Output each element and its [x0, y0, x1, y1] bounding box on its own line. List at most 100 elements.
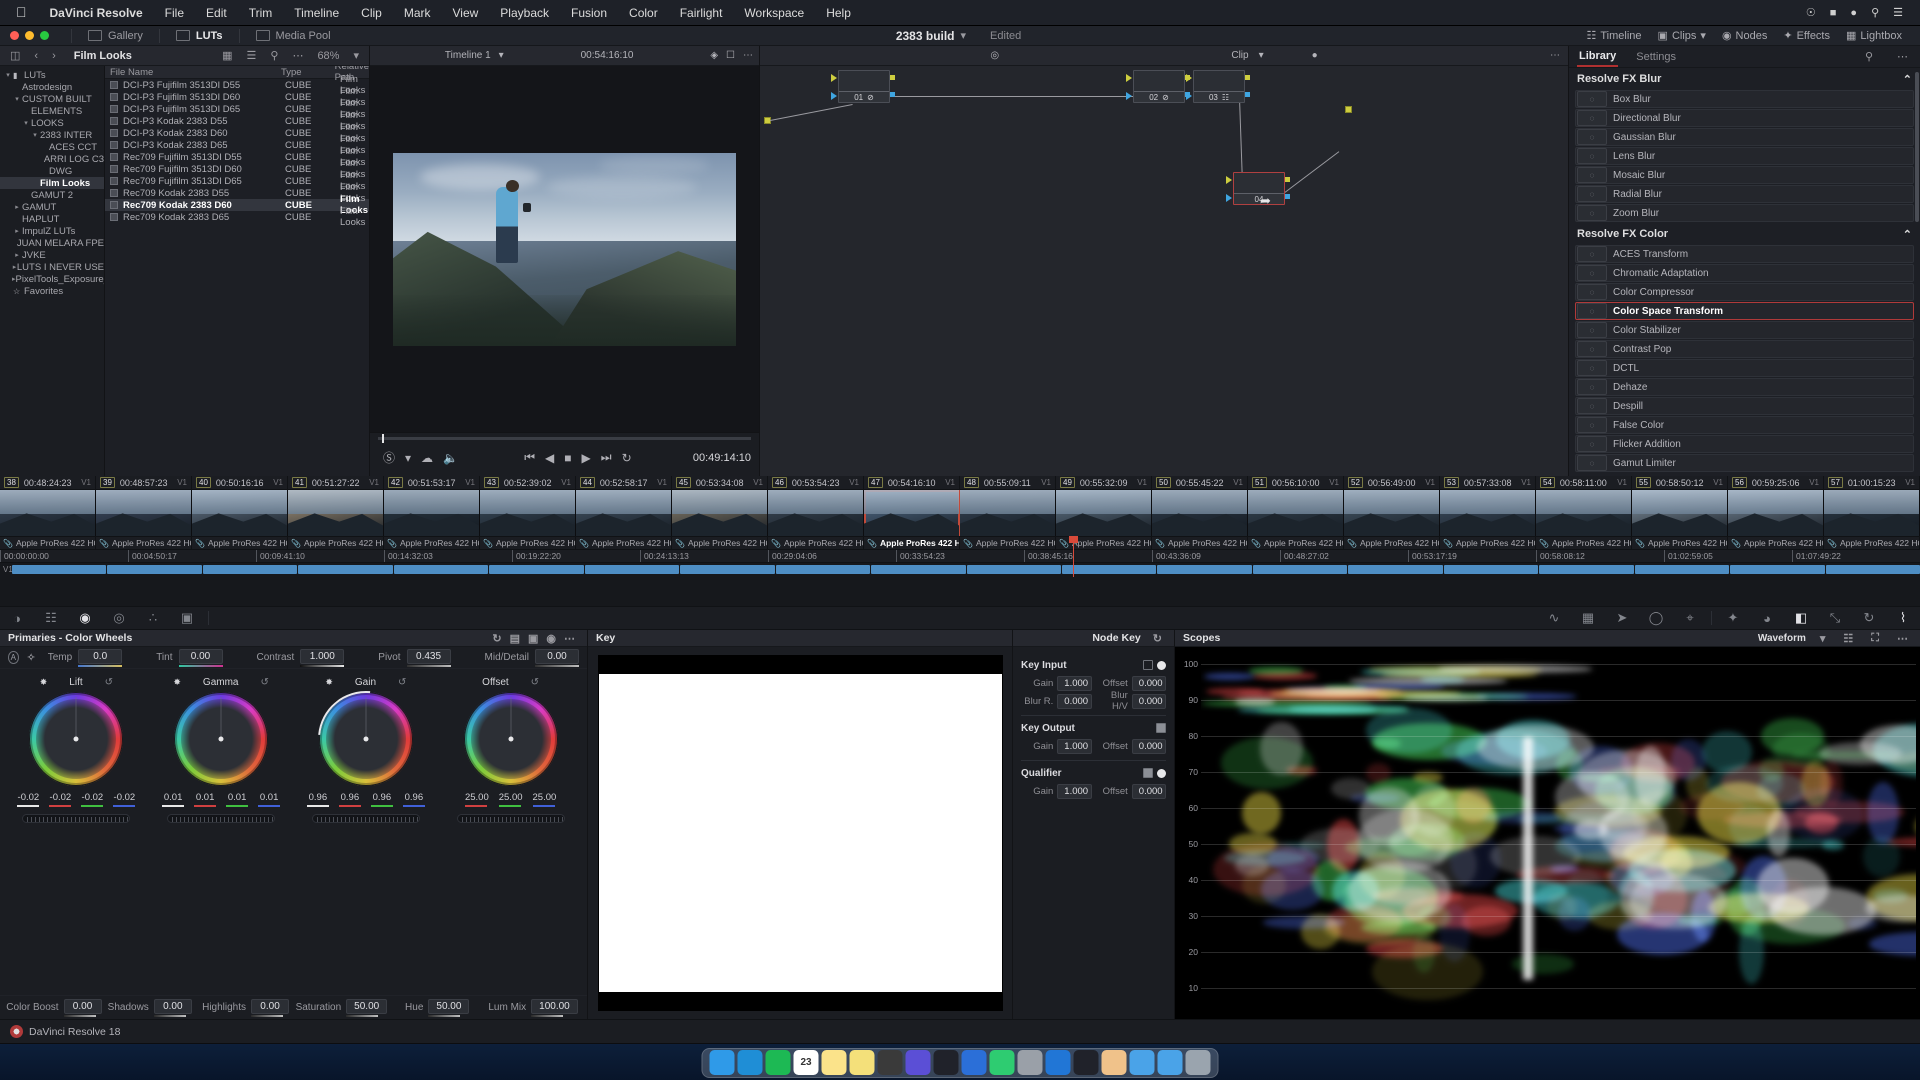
color-wheel-value[interactable]: 0.01 — [194, 792, 216, 807]
node-key-param-value[interactable]: 1.000 — [1057, 676, 1091, 691]
color-wheel-value[interactable]: 0.96 — [403, 792, 425, 807]
timeline-mini-clip[interactable] — [203, 565, 297, 574]
color-bottom-gradient[interactable] — [251, 1015, 283, 1017]
record-icon[interactable] — [878, 1050, 903, 1075]
fx-item-zoom-blur[interactable]: ◌Zoom Blur — [1575, 204, 1914, 222]
fx-item-aces-transform[interactable]: ◌ACES Transform — [1575, 245, 1914, 263]
color-wheel-handle[interactable] — [219, 737, 224, 742]
node-output-key[interactable] — [1285, 194, 1290, 199]
timeline-thumbnail[interactable] — [480, 490, 576, 536]
node-input-key[interactable] — [1226, 194, 1232, 202]
menu-playback[interactable]: Playback — [489, 0, 560, 26]
timeline-thumbnail[interactable] — [1728, 490, 1824, 536]
node-output-key[interactable] — [890, 92, 895, 97]
safari-icon[interactable] — [738, 1050, 763, 1075]
speaker-icon[interactable]: 🔈 — [438, 451, 463, 465]
timeline-mini-clip[interactable] — [776, 565, 870, 574]
viewer-scrubber[interactable] — [378, 437, 751, 440]
color-wheel-value[interactable]: -0.02 — [81, 792, 103, 807]
scope-mode[interactable]: Waveform — [1758, 633, 1806, 644]
palette-power-windows-icon[interactable]: ◯ — [1639, 607, 1673, 629]
timeline-mini-clip[interactable] — [1348, 565, 1442, 574]
color-wheel-value[interactable]: 0.96 — [371, 792, 393, 807]
palette-color-warper-icon[interactable]: ▦ — [1571, 607, 1605, 629]
node-scope-selector[interactable]: Clip — [1231, 50, 1248, 61]
trello-icon[interactable] — [1046, 1050, 1071, 1075]
palette-blur-icon[interactable]: ◕ — [1750, 607, 1784, 629]
fx-item-directional-blur[interactable]: ◌Directional Blur — [1575, 109, 1914, 127]
timeline-thumbnail[interactable] — [1440, 490, 1536, 536]
chevron-down-icon[interactable]: ▾ — [1700, 29, 1706, 42]
color-wheel-value[interactable]: 0.01 — [226, 792, 248, 807]
fx-item-radial-blur[interactable]: ◌Radial Blur — [1575, 185, 1914, 203]
node-input-key[interactable] — [1126, 92, 1132, 100]
fx-group-header[interactable]: Resolve FX Color⌃ — [1575, 223, 1914, 245]
grid-view-icon[interactable]: ▦ — [218, 49, 236, 62]
timeline-clip-header[interactable]: 5400:58:11:00V1 — [1536, 476, 1632, 489]
timeline-thumbnail[interactable] — [1824, 490, 1920, 536]
color-wheel-value[interactable]: 0.01 — [162, 792, 184, 807]
timeline-clip-header[interactable]: 4100:51:27:22V1 — [288, 476, 384, 489]
node-input-key[interactable] — [1186, 92, 1192, 100]
color-field-value[interactable]: 1.000 — [300, 649, 344, 664]
chevron-down-icon[interactable]: ▾ — [349, 49, 363, 62]
node-output-rgb[interactable] — [890, 75, 895, 80]
node-output-rgb[interactable] — [1245, 75, 1250, 80]
palette-stabilization-icon[interactable]: ↻ — [1852, 607, 1886, 629]
notes-icon[interactable] — [822, 1050, 847, 1075]
fx-item-color-compressor[interactable]: ◌Color Compressor — [1575, 283, 1914, 301]
maximize-window-button[interactable] — [40, 31, 49, 40]
timeline-thumbnail[interactable] — [96, 490, 192, 536]
lut-tree-item-aces-cct[interactable]: ACES CCT — [0, 141, 104, 153]
color-field-value[interactable]: 0.00 — [535, 649, 579, 664]
audio2-icon[interactable] — [934, 1050, 959, 1075]
stickies-icon[interactable] — [850, 1050, 875, 1075]
toolbar-lightbox-button[interactable]: ▦ Lightbox — [1838, 29, 1910, 42]
color-wheel-value[interactable]: 25.00 — [533, 792, 557, 807]
timeline-clip-header[interactable]: 5200:56:49:00V1 — [1344, 476, 1440, 489]
color-bottom-gradient[interactable] — [531, 1015, 563, 1017]
macos-dock[interactable]: 23 — [702, 1048, 1219, 1078]
timeline-clip-header[interactable]: 4200:51:53:17V1 — [384, 476, 480, 489]
timeline-track-v1[interactable]: V1 — [0, 562, 1920, 576]
effects-scrollbar[interactable] — [1915, 72, 1919, 222]
lut-tree-item-pixeltools-exposure-colle-[interactable]: ▸PixelTools_Exposure_Colle... — [0, 273, 104, 285]
waveform-plot[interactable] — [1201, 649, 1916, 1017]
grid-overlay-icon[interactable]: ◈ — [710, 50, 718, 61]
fx-group-header[interactable]: Resolve FX Blur⌃ — [1575, 68, 1914, 90]
timeline-thumbnail[interactable] — [384, 490, 480, 536]
list-view-icon[interactable]: ☰ — [243, 49, 261, 62]
ellipsis-icon[interactable]: ⋯ — [288, 49, 307, 62]
finder-icon[interactable] — [710, 1050, 735, 1075]
timeline-playhead[interactable] — [1073, 536, 1074, 577]
color-wheel-handle[interactable] — [74, 737, 79, 742]
node-key-param-value[interactable]: 1.000 — [1057, 784, 1091, 799]
color-wheel-disc[interactable] — [464, 692, 558, 786]
tab-library[interactable]: Library — [1577, 47, 1618, 67]
menu-fairlight[interactable]: Fairlight — [669, 0, 734, 26]
close-window-button[interactable] — [10, 31, 19, 40]
color-wheel-value[interactable]: 0.96 — [339, 792, 361, 807]
color-field-gradient[interactable] — [300, 665, 344, 667]
timeline-mini-clip[interactable] — [394, 565, 488, 574]
fx-item-false-color[interactable]: ◌False Color — [1575, 416, 1914, 434]
timeline-clip-header[interactable]: 5100:56:10:00V1 — [1248, 476, 1344, 489]
palette-log-wheels-icon[interactable]: ◉ — [68, 607, 102, 629]
minimize-window-button[interactable] — [25, 31, 34, 40]
chevron-right-icon[interactable]: › — [48, 50, 60, 62]
menu-timeline[interactable]: Timeline — [283, 0, 350, 26]
toolbar-effects-button[interactable]: ✦ Effects — [1775, 29, 1838, 42]
color-wheel-handle[interactable] — [363, 737, 368, 742]
palette-motion-effects-icon[interactable]: ▣ — [170, 607, 204, 629]
ellipsis-icon[interactable]: ⋯ — [560, 632, 579, 645]
timeline-thumbnail[interactable] — [1632, 490, 1728, 536]
color-wheel-offset[interactable]: Offset↺25.0025.0025.00 — [438, 675, 583, 823]
palette-color-wheels-icon[interactable]: ◑ — [0, 607, 34, 629]
node-key-param-value[interactable]: 1.000 — [1057, 739, 1091, 754]
timeline-clip-header[interactable]: 4900:55:32:09V1 — [1056, 476, 1152, 489]
timeline-thumbnail[interactable] — [864, 490, 960, 536]
timeline-clip-header[interactable]: 5000:55:45:22V1 — [1152, 476, 1248, 489]
node-input-rgb[interactable] — [831, 74, 837, 82]
color-wheel-gain[interactable]: ✸Gain↺0.960.960.960.96 — [294, 675, 439, 823]
ellipsis-icon[interactable]: ⋯ — [1893, 50, 1912, 63]
